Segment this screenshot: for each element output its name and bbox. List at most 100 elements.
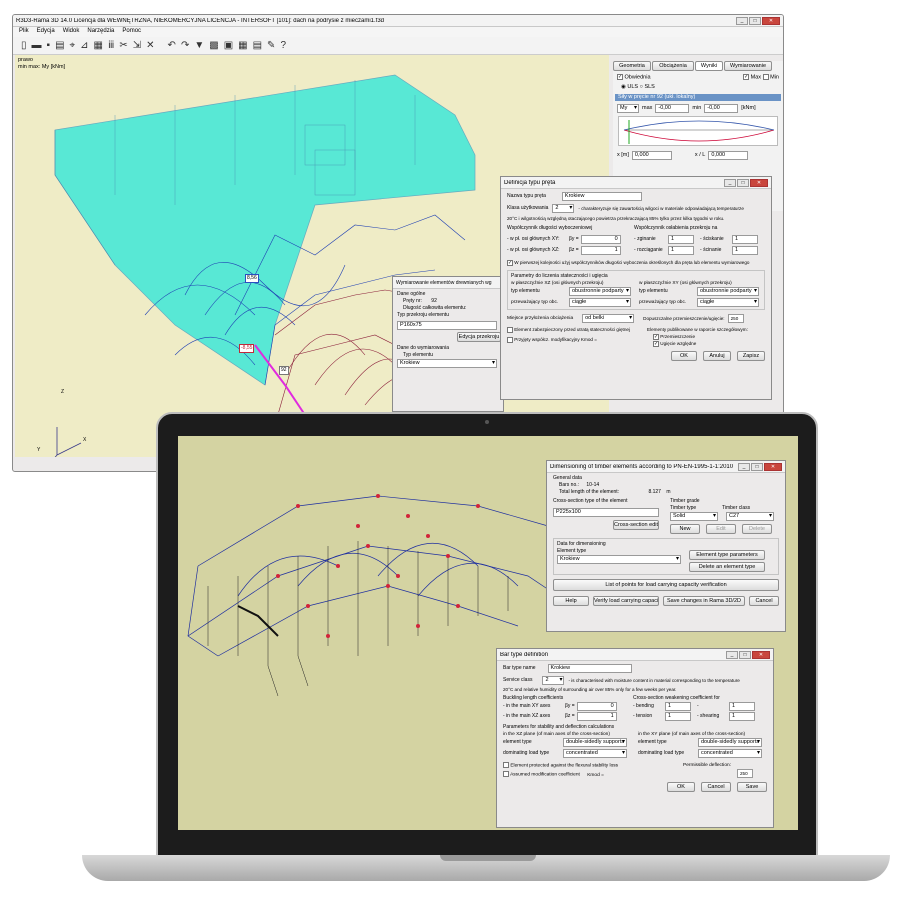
en-bar-close-icon[interactable]: ✕ bbox=[752, 650, 770, 659]
pl-save-button[interactable]: Zapisz bbox=[737, 351, 765, 361]
menu-widok[interactable]: Widok bbox=[63, 28, 80, 36]
pl-perm-input[interactable]: 250 bbox=[727, 314, 744, 323]
undo-icon[interactable]: ↶ bbox=[168, 40, 176, 51]
en-help-button[interactable]: Help bbox=[553, 596, 589, 606]
pl-shear-input[interactable]: 1 bbox=[732, 246, 759, 255]
close-icon[interactable]: ✕ bbox=[762, 16, 780, 25]
redo-icon[interactable]: ↷ bbox=[181, 40, 189, 51]
tab-wyniki[interactable]: Wyniki bbox=[695, 61, 723, 71]
pl-first-check-checkbox[interactable]: ✓ bbox=[507, 259, 513, 266]
pl-mod-checkbox[interactable] bbox=[507, 336, 513, 343]
load-icon[interactable]: ⇲ bbox=[133, 40, 141, 51]
en-new-button[interactable]: New bbox=[669, 524, 700, 534]
bar-icon[interactable]: ⊿ bbox=[80, 40, 88, 51]
pl-comp-input[interactable]: 1 bbox=[732, 235, 759, 244]
obwiednia-checkbox[interactable]: ✓ bbox=[617, 74, 623, 80]
pl-load-xy-select[interactable]: ciągłe bbox=[697, 298, 759, 307]
pl-load-xz-select[interactable]: ciągłe bbox=[569, 298, 631, 307]
en-save-changes-button[interactable]: Save changes in Rama 3D/2D bbox=[663, 596, 745, 606]
pl-pub1-checkbox[interactable]: ✓ bbox=[653, 333, 659, 340]
menu-narzedzia[interactable]: Narzędzia bbox=[87, 28, 114, 36]
pl-bar-close-icon[interactable]: ✕ bbox=[750, 178, 768, 187]
view-icon[interactable]: ▣ bbox=[224, 40, 233, 51]
pl-section-input[interactable]: P160x75 bbox=[397, 321, 497, 330]
en-dim-min-icon[interactable]: _ bbox=[738, 462, 750, 471]
en-bar-save-button[interactable]: Save bbox=[737, 781, 767, 792]
en-list-points-button[interactable]: List of points for load carrying capacit… bbox=[553, 579, 779, 591]
en-shear-input[interactable]: 1 bbox=[729, 712, 755, 721]
pl-el-type-xz-select[interactable]: obustronnie podparty bbox=[569, 287, 631, 296]
pl-protected-checkbox[interactable] bbox=[507, 326, 513, 333]
component-select[interactable]: My bbox=[617, 104, 639, 114]
en-bxy-input[interactable]: 0 bbox=[576, 702, 617, 711]
en-bar-cancel-button[interactable]: Cancel bbox=[701, 781, 731, 792]
menu-edycja[interactable]: Edycja bbox=[37, 28, 55, 36]
uls-radio[interactable]: ◉ bbox=[621, 84, 626, 90]
node-icon[interactable]: ⌖ bbox=[70, 40, 76, 51]
en-el-xz-select[interactable]: double-sidedly supports bbox=[563, 738, 627, 747]
en-del-type-button[interactable]: Delete an element type bbox=[689, 562, 765, 572]
pl-bend-input[interactable]: 1 bbox=[668, 235, 695, 244]
tab-geometria[interactable]: Geometria bbox=[613, 61, 651, 71]
open-icon[interactable]: ▬ bbox=[32, 40, 42, 51]
en-bar-max-icon[interactable]: □ bbox=[739, 650, 751, 659]
max-checkbox[interactable]: ✓ bbox=[743, 74, 750, 80]
calc-icon[interactable]: ▤ bbox=[253, 40, 262, 51]
pl-ok-button[interactable]: OK bbox=[671, 351, 697, 361]
en-protected-checkbox[interactable] bbox=[503, 762, 509, 768]
en-el-type-select[interactable]: Krokiew bbox=[557, 555, 681, 564]
delete-icon[interactable]: ✕ bbox=[146, 40, 154, 51]
en-edit-button[interactable]: Edit bbox=[705, 524, 736, 534]
tab-wymiarowanie[interactable]: Wymiarowanie bbox=[724, 61, 772, 71]
min-checkbox[interactable] bbox=[762, 74, 769, 80]
en-load-xy-select[interactable]: concentrated bbox=[698, 749, 762, 758]
pl-el-type-select[interactable]: Krokiew bbox=[397, 359, 497, 368]
minimize-icon[interactable]: _ bbox=[736, 16, 748, 25]
en-bend-input[interactable]: 1 bbox=[665, 702, 691, 711]
x-input[interactable]: 0,000 bbox=[631, 151, 672, 161]
en-section-input[interactable]: P225x100 bbox=[553, 508, 659, 517]
print-icon[interactable]: ▤ bbox=[55, 40, 64, 51]
en-bxz-input[interactable]: 1 bbox=[576, 712, 617, 721]
en-delete-button[interactable]: Delete bbox=[741, 524, 772, 534]
en-dim-close-icon[interactable]: ✕ bbox=[764, 462, 782, 471]
en-load-xz-select[interactable]: concentrated bbox=[563, 749, 627, 758]
en-class-select[interactable]: 2 bbox=[542, 676, 565, 685]
pl-cancel-button[interactable]: Anuluj bbox=[703, 351, 731, 361]
tab-obciazenia[interactable]: Obciążenia bbox=[652, 61, 694, 71]
settings-icon[interactable]: ✎ bbox=[267, 40, 275, 51]
xl-input[interactable]: 0,000 bbox=[708, 151, 749, 161]
pl-class-select[interactable]: 2 bbox=[552, 204, 575, 213]
en-perm-input[interactable]: 250 bbox=[737, 769, 753, 778]
pl-bxy-input[interactable]: 0 bbox=[580, 235, 621, 244]
pl-bar-min-icon[interactable]: _ bbox=[724, 178, 736, 187]
cut-icon[interactable]: ✂ bbox=[119, 40, 127, 51]
pl-el-type-xy-select[interactable]: obustronnie podparty bbox=[697, 287, 759, 296]
pl-bar-max-icon[interactable]: □ bbox=[737, 178, 749, 187]
sls-radio[interactable]: ○ bbox=[640, 84, 643, 90]
maximize-icon[interactable]: □ bbox=[749, 16, 761, 25]
en-bar-min-icon[interactable]: _ bbox=[726, 650, 738, 659]
menu-pomoc[interactable]: Pomoc bbox=[122, 28, 141, 36]
en-tens-input[interactable]: 1 bbox=[665, 712, 691, 721]
en-el-xy-select[interactable]: double-sidedly supports bbox=[698, 738, 762, 747]
en-type-select[interactable]: Solid bbox=[669, 512, 718, 521]
help-icon[interactable]: ? bbox=[280, 40, 286, 51]
en-dim-max-icon[interactable]: □ bbox=[751, 462, 763, 471]
save-icon[interactable]: ▪ bbox=[47, 40, 51, 51]
en-ok-button[interactable]: OK bbox=[667, 781, 695, 792]
filter-icon[interactable]: ▼ bbox=[194, 40, 204, 51]
mesh-icon[interactable]: ▩ bbox=[209, 40, 218, 51]
menu-plik[interactable]: Plik bbox=[19, 28, 29, 36]
en-el-params-button[interactable]: Element type parameters bbox=[689, 550, 765, 560]
en-dash-input[interactable]: 1 bbox=[729, 702, 755, 711]
en-name-input[interactable]: Krokiew bbox=[547, 664, 632, 673]
en-cancel-button[interactable]: Cancel bbox=[749, 596, 779, 606]
pl-pub2-checkbox[interactable]: ✓ bbox=[653, 340, 659, 347]
pl-section-edit-button[interactable]: Edycja przekroju bbox=[457, 332, 501, 342]
new-file-icon[interactable]: ▯ bbox=[21, 40, 27, 51]
pl-bxz-input[interactable]: 1 bbox=[580, 246, 621, 255]
en-class-select[interactable]: C27 bbox=[725, 512, 774, 521]
en-verify-button[interactable]: Verify load carrying capacity bbox=[593, 596, 659, 606]
support-icon[interactable]: ⅲ bbox=[108, 40, 114, 51]
